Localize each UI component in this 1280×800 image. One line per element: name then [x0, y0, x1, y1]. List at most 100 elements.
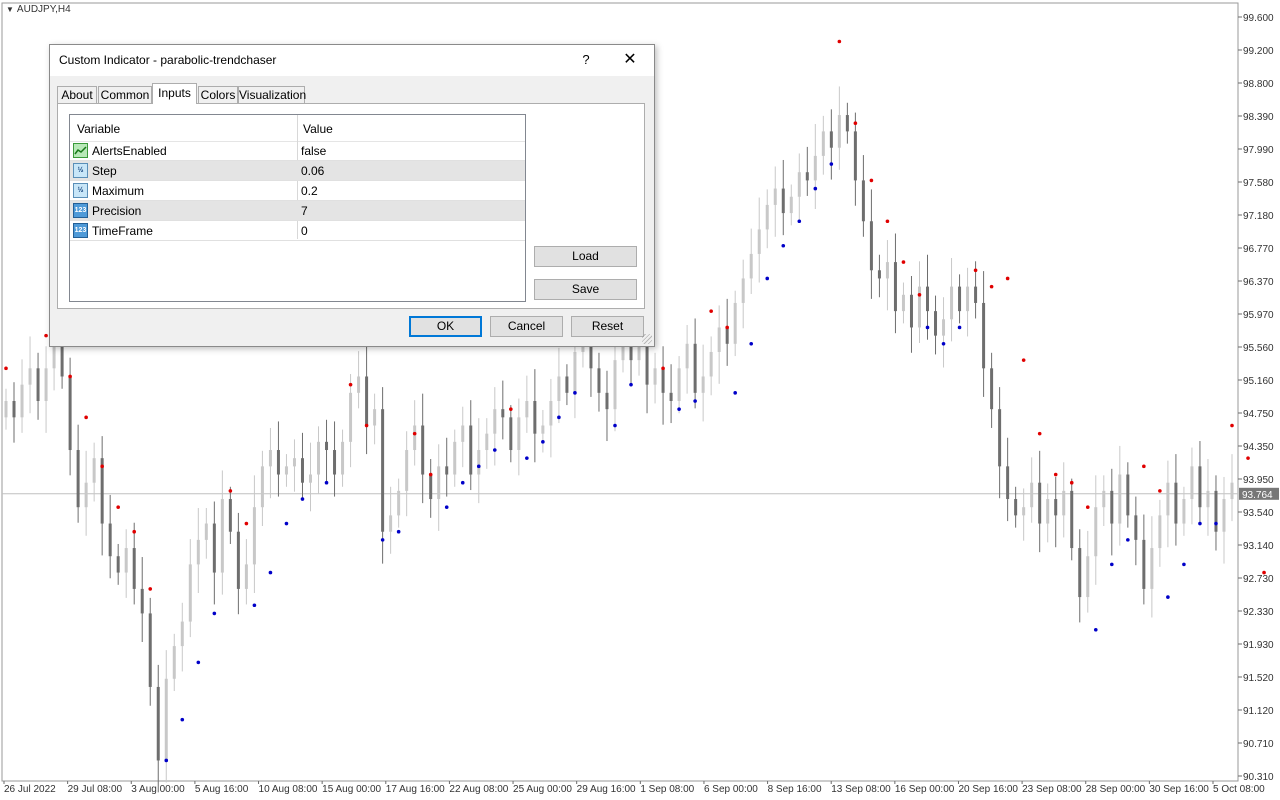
- candle-body: [926, 286, 930, 312]
- column-header-value[interactable]: Value: [303, 122, 333, 136]
- variable-value[interactable]: 7: [301, 204, 308, 218]
- sar-point: [1182, 562, 1186, 567]
- time-tick-label: 16 Sep 00:00: [895, 784, 955, 795]
- candle-body: [1134, 515, 1138, 540]
- sar-point: [132, 529, 137, 534]
- candle-body: [501, 409, 505, 418]
- sar-point: [1093, 627, 1098, 632]
- sar-point: [813, 186, 818, 191]
- tab-about[interactable]: About: [57, 86, 97, 103]
- candle-body: [60, 343, 64, 377]
- sar-point: [244, 521, 249, 526]
- candle-body: [132, 548, 136, 589]
- candle-body: [124, 548, 128, 573]
- sar-point: [1230, 423, 1234, 428]
- sar-point: [164, 758, 169, 763]
- tab-common[interactable]: Common: [98, 86, 152, 103]
- candle-body: [573, 351, 577, 393]
- double-icon: ½: [73, 183, 88, 198]
- time-tick-label: 29 Aug 16:00: [577, 784, 636, 795]
- integer-icon: 123: [73, 223, 88, 238]
- candle-body: [950, 286, 954, 320]
- candle-body: [974, 286, 978, 303]
- candle-body: [958, 286, 962, 312]
- candle-body: [990, 368, 994, 410]
- variable-name: TimeFrame: [92, 224, 153, 238]
- candle-body: [1126, 474, 1130, 516]
- sar-point: [412, 431, 417, 436]
- reset-button[interactable]: Reset: [571, 316, 644, 337]
- sar-point: [1262, 570, 1266, 575]
- column-header-variable[interactable]: Variable: [77, 122, 120, 136]
- sar-point: [44, 333, 48, 338]
- save-button[interactable]: Save: [534, 279, 637, 300]
- sar-point: [180, 717, 185, 722]
- candle-body: [605, 392, 609, 410]
- input-row-maximum[interactable]: ½ Maximum 0.2: [70, 181, 525, 201]
- input-row-timeframe[interactable]: 123 TimeFrame 0: [70, 221, 525, 241]
- variable-value[interactable]: 0: [301, 224, 308, 238]
- candle-body: [357, 376, 361, 393]
- inputs-grid[interactable]: Variable Value AlertsEnabled false ½ Ste…: [69, 114, 526, 302]
- time-tick-label: 30 Sep 16:00: [1149, 784, 1209, 795]
- candle-body: [68, 376, 72, 451]
- cancel-button[interactable]: Cancel: [490, 316, 563, 337]
- variable-name: Precision: [92, 204, 142, 218]
- candle-body: [1030, 482, 1034, 508]
- variable-value[interactable]: false: [301, 144, 326, 158]
- sar-point: [973, 268, 978, 273]
- sar-point: [573, 391, 577, 395]
- candle-body: [268, 450, 272, 467]
- candle-body: [196, 539, 200, 565]
- candle-body: [421, 425, 425, 475]
- candle-body: [982, 302, 986, 369]
- price-tick-label: 97.180: [1243, 211, 1274, 222]
- input-row-alertsenabled[interactable]: AlertsEnabled false: [70, 141, 525, 161]
- sar-point: [1126, 538, 1130, 542]
- candle-body: [813, 155, 817, 181]
- ok-button[interactable]: OK: [409, 316, 482, 337]
- variable-value[interactable]: 0.06: [301, 164, 324, 178]
- candle-body: [942, 319, 946, 336]
- candle-body: [28, 368, 32, 385]
- candle-body: [365, 376, 369, 426]
- candle-body: [276, 450, 280, 475]
- tab-visualization[interactable]: Visualization: [238, 86, 306, 103]
- load-button[interactable]: Load: [534, 246, 637, 267]
- candle-body: [1198, 466, 1202, 508]
- custom-indicator-dialog: Custom Indicator - parabolic-trendchaser…: [49, 44, 655, 347]
- candle-body: [1062, 490, 1066, 516]
- sar-point: [797, 219, 802, 224]
- candle-body: [757, 229, 761, 254]
- sar-point: [1037, 431, 1042, 436]
- price-tick-label: 96.370: [1243, 277, 1274, 288]
- close-button[interactable]: ✕: [619, 49, 641, 71]
- candle-body: [597, 368, 601, 393]
- candle-body: [661, 368, 665, 393]
- candle-body: [861, 180, 865, 222]
- price-tick-label: 91.930: [1243, 640, 1274, 651]
- time-tick-label: 5 Oct 08:00: [1213, 784, 1265, 795]
- candle-body: [869, 221, 873, 271]
- help-button[interactable]: ?: [576, 49, 596, 71]
- input-row-step[interactable]: ½ Step 0.06: [70, 161, 525, 181]
- candle-body: [998, 409, 1002, 467]
- tab-colors[interactable]: Colors: [198, 86, 238, 103]
- resize-grip[interactable]: [642, 334, 652, 344]
- time-tick-label: 1 Sep 08:00: [640, 784, 694, 795]
- sar-point: [557, 415, 561, 420]
- sar-point: [68, 374, 72, 379]
- candle-body: [1110, 490, 1114, 524]
- candle-body: [92, 458, 96, 483]
- sar-point: [1021, 358, 1026, 362]
- dialog-titlebar[interactable]: Custom Indicator - parabolic-trendchaser…: [50, 45, 654, 76]
- candle-body: [781, 188, 785, 214]
- time-tick-label: 13 Sep 08:00: [831, 784, 891, 795]
- sar-point: [957, 325, 962, 330]
- candle-body: [725, 327, 729, 344]
- variable-value[interactable]: 0.2: [301, 184, 318, 198]
- candle-body: [164, 678, 168, 761]
- input-row-precision[interactable]: 123 Precision 7: [70, 201, 525, 221]
- tab-inputs[interactable]: Inputs: [152, 83, 197, 104]
- sar-point: [1166, 595, 1170, 599]
